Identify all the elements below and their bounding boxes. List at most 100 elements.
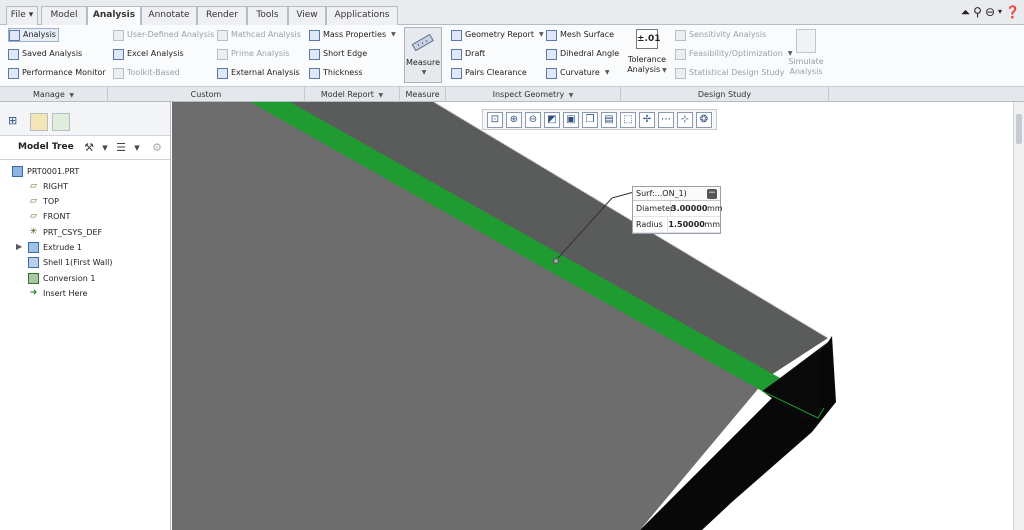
group-inspect-geometry[interactable]: Inspect Geometry ▼ <box>446 87 621 102</box>
simulate-label: Simulate <box>788 57 824 66</box>
measure-leader-tail <box>611 191 635 199</box>
excel-analysis-button[interactable]: Excel Analysis <box>113 47 184 61</box>
chevron-down-icon[interactable]: ▼ <box>605 66 610 80</box>
analysis-icon <box>9 29 20 41</box>
group-manage[interactable]: Manage ▼ <box>0 87 108 102</box>
datum-plane-icon: ▱ <box>30 181 37 191</box>
graphics-viewport[interactable] <box>172 102 1024 530</box>
mesh-surface-button[interactable]: Mesh Surface <box>546 28 614 42</box>
ribbon: Analysis Saved Analysis Performance Moni… <box>0 25 1024 86</box>
pairs-clearance-button[interactable]: Pairs Clearance <box>451 66 527 80</box>
tab-model[interactable]: Model <box>41 6 87 25</box>
up-arrow-icon[interactable]: ⏶ <box>961 4 971 20</box>
analysis-button[interactable]: Analysis <box>8 28 59 42</box>
tab-render[interactable]: Render <box>197 6 247 25</box>
tolerance-analysis-button[interactable]: ±.01 Tolerance Analysis ▼ <box>625 27 669 83</box>
sensitivity-analysis-button[interactable]: Sensitivity Analysis <box>675 28 766 42</box>
model-geometry <box>172 102 836 530</box>
display-style-icon[interactable]: ▣ <box>563 111 579 128</box>
model-tree-tab-icon[interactable]: ⊞ <box>8 114 17 127</box>
performance-monitor-button[interactable]: Performance Monitor <box>8 66 106 80</box>
tree-node-right[interactable]: ▱ RIGHT <box>28 179 68 194</box>
zoom-in-icon[interactable]: ⊕ <box>506 111 522 128</box>
help-icon[interactable]: ❓ <box>1005 4 1020 20</box>
measure-button[interactable]: Measure ▼ <box>404 27 442 83</box>
datum-plane-icon: ▱ <box>30 196 37 206</box>
mathcad-icon <box>217 29 228 41</box>
tree-node-insert-here[interactable]: ➜ Insert Here <box>28 286 88 301</box>
tree-node-part[interactable]: PRT0001.PRT <box>12 164 79 179</box>
vertical-scrollbar[interactable] <box>1013 102 1024 530</box>
mathcad-analysis-button[interactable]: Mathcad Analysis <box>217 28 301 42</box>
pairs-clearance-icon <box>451 67 462 79</box>
prime-analysis-button[interactable]: Prime Analysis <box>217 47 289 61</box>
tree-node-csys[interactable]: ✳ PRT_CSYS_DEF <box>28 225 102 240</box>
simulate-icon <box>796 29 816 53</box>
tree-node-top[interactable]: ▱ TOP <box>28 194 59 209</box>
zoom-out-icon[interactable]: ⊖ <box>525 111 541 128</box>
external-analysis-button[interactable]: External Analysis <box>217 66 300 80</box>
mesh-surface-icon <box>546 29 557 41</box>
feasibility-optimization-button[interactable]: Feasibility/Optimization ▼ <box>675 47 793 61</box>
feasibility-icon <box>675 48 686 60</box>
sensitivity-icon <box>675 29 686 41</box>
curvature-button[interactable]: Curvature ▼ <box>546 66 609 80</box>
tab-tools[interactable]: Tools <box>247 6 288 25</box>
tab-applications[interactable]: Applications <box>326 6 398 25</box>
mass-properties-button[interactable]: Mass Properties ▼ <box>309 28 396 42</box>
tab-view[interactable]: View <box>288 6 326 25</box>
toolkit-based-button[interactable]: Toolkit-Based <box>113 66 180 80</box>
expand-arrow-icon[interactable]: ▶ <box>16 242 22 251</box>
extrude-icon <box>28 242 39 253</box>
chevron-down-icon: ▼ <box>662 67 667 74</box>
chevron-down-icon: ▼ <box>378 92 384 99</box>
chevron-down-icon: ▼ <box>568 92 574 99</box>
group-measure: Measure <box>400 87 446 102</box>
chevron-down-icon[interactable]: ▼ <box>391 28 396 42</box>
appearance-gallery-icon[interactable]: ❂ <box>696 111 712 128</box>
settings-icon[interactable]: ☰ <box>114 141 128 155</box>
chevron-down-icon[interactable]: ▼ <box>98 141 112 155</box>
chevron-down-icon: ▼ <box>421 69 427 76</box>
tab-annotate[interactable]: Annotate <box>141 6 197 25</box>
chevron-down-icon[interactable]: ▾ <box>998 4 1002 20</box>
statistical-design-study-button[interactable]: Statistical Design Study <box>675 66 784 80</box>
view-manager-icon[interactable]: ▤ <box>601 111 617 128</box>
filter-icon[interactable]: ⚙ <box>150 141 164 155</box>
favorites-tab-icon[interactable] <box>52 113 70 131</box>
external-analysis-icon <box>217 67 228 79</box>
group-model-report[interactable]: Model Report ▼ <box>305 87 400 102</box>
chevron-down-icon[interactable]: ▼ <box>130 141 144 155</box>
coordinate-system-icon: ✳ <box>29 227 38 237</box>
thickness-button[interactable]: Thickness <box>309 66 363 80</box>
repaint-icon[interactable]: ◩ <box>544 111 560 128</box>
tree-node-extrude[interactable]: Extrude 1 <box>28 240 82 255</box>
measure-row-radius: Radius 1.50000 mm <box>633 217 720 233</box>
tree-node-conversion[interactable]: Conversion 1 <box>28 271 95 286</box>
refit-icon[interactable]: ⊡ <box>487 111 503 128</box>
saved-analysis-button[interactable]: Saved Analysis <box>8 47 82 61</box>
chevron-down-icon[interactable]: ▼ <box>539 28 544 42</box>
minimize-icon[interactable]: − <box>707 189 717 199</box>
datum-display-icon[interactable]: ✢ <box>639 111 655 128</box>
dihedral-angle-button[interactable]: Dihedral Angle <box>546 47 619 61</box>
short-edge-button[interactable]: Short Edge <box>309 47 367 61</box>
model-tree-header: Model Tree ⚒ ▼ ☰ ▼ ⚙ <box>0 136 170 160</box>
tools-icon[interactable]: ⚒ <box>82 141 96 155</box>
annotation-display-icon[interactable]: ⋯ <box>658 111 674 128</box>
folder-browser-tab-icon[interactable] <box>30 113 48 131</box>
settings-icon[interactable]: ⊖ <box>985 4 995 20</box>
draft-button[interactable]: Draft <box>451 47 485 61</box>
geometry-report-button[interactable]: Geometry Report ▼ <box>451 28 544 42</box>
tab-analysis[interactable]: Analysis <box>87 6 141 26</box>
tab-file[interactable]: File ▾ <box>6 6 38 25</box>
tree-node-shell[interactable]: Shell 1(First Wall) <box>28 255 113 270</box>
perspective-view-icon[interactable]: ⬚ <box>620 111 636 128</box>
spin-center-icon[interactable]: ⊹ <box>677 111 693 128</box>
simulate-analysis-button[interactable]: Simulate Analysis <box>786 27 826 83</box>
tree-node-front[interactable]: ▱ FRONT <box>28 209 70 224</box>
user-defined-analysis-button[interactable]: User-Defined Analysis <box>113 28 214 42</box>
saved-orientations-icon[interactable]: ❐ <box>582 111 598 128</box>
search-icon[interactable]: ⚲ <box>973 4 982 20</box>
scrollbar-thumb[interactable] <box>1016 114 1022 144</box>
